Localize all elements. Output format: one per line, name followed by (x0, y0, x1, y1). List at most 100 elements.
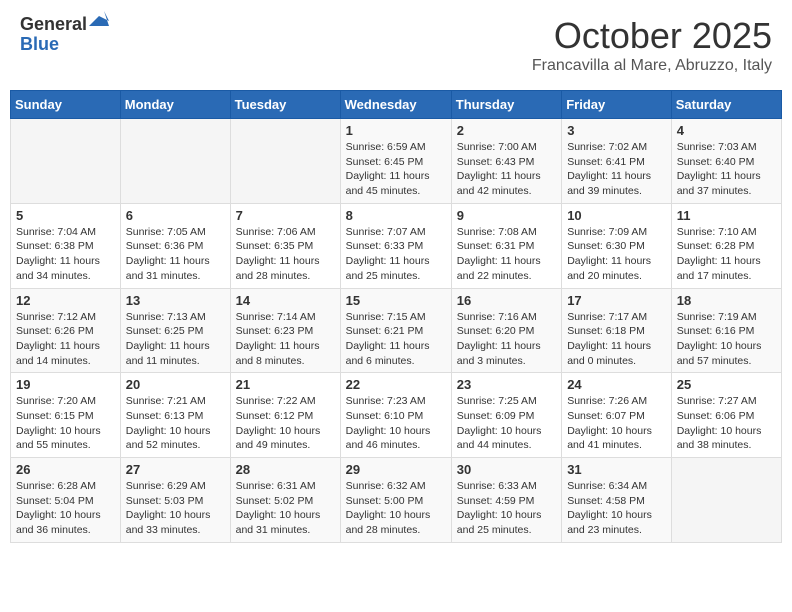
week-row-3: 19 Sunrise: 7:20 AM Sunset: 6:15 PM Dayli… (11, 373, 782, 458)
calendar-cell: 10 Sunrise: 7:09 AM Sunset: 6:30 PM Dayli… (562, 203, 672, 288)
day-number: 16 (457, 293, 556, 308)
day-info: Sunrise: 7:10 AM Sunset: 6:28 PM Dayligh… (677, 225, 776, 284)
week-row-0: 1Sunrise: 6:59 AM Sunset: 6:45 PM Daylig… (11, 119, 782, 204)
day-number: 15 (346, 293, 446, 308)
day-header-thursday: Thursday (451, 91, 561, 119)
calendar-cell: 19 Sunrise: 7:20 AM Sunset: 6:15 PM Dayli… (11, 373, 121, 458)
calendar-cell: 21Sunrise: 7:22 AM Sunset: 6:12 PM Dayli… (230, 373, 340, 458)
day-info: Sunrise: 7:16 AM Sunset: 6:20 PM Dayligh… (457, 310, 556, 369)
calendar-cell: 4Sunrise: 7:03 AM Sunset: 6:40 PM Daylig… (671, 119, 781, 204)
day-number: 10 (567, 208, 666, 223)
day-info: Sunrise: 7:15 AM Sunset: 6:21 PM Dayligh… (346, 310, 446, 369)
calendar-cell: 27 Sunrise: 6:29 AM Sunset: 5:03 PM Dayli… (120, 458, 230, 543)
day-header-friday: Friday (562, 91, 672, 119)
calendar-cell (230, 119, 340, 204)
calendar-cell: 23Sunrise: 7:25 AM Sunset: 6:09 PM Dayli… (451, 373, 561, 458)
day-number: 4 (677, 123, 776, 138)
calendar-cell: 5Sunrise: 7:04 AM Sunset: 6:38 PM Daylig… (11, 203, 121, 288)
calendar-cell: 3Sunrise: 7:02 AM Sunset: 6:41 PM Daylig… (562, 119, 672, 204)
logo-general-text: General (20, 15, 87, 35)
day-number: 18 (677, 293, 776, 308)
day-number: 29 (346, 462, 446, 477)
day-number: 26 (16, 462, 115, 477)
day-number: 3 (567, 123, 666, 138)
day-info: Sunrise: 7:09 AM Sunset: 6:30 PM Dayligh… (567, 225, 666, 284)
day-info: Sunrise: 6:33 AM Sunset: 4:59 PM Dayligh… (457, 479, 556, 538)
day-number: 6 (126, 208, 225, 223)
day-info: Sunrise: 7:13 AM Sunset: 6:25 PM Dayligh… (126, 310, 225, 369)
calendar-cell: 8 Sunrise: 7:07 AM Sunset: 6:33 PM Daylig… (340, 203, 451, 288)
calendar-header-row: SundayMondayTuesdayWednesdayThursdayFrid… (11, 91, 782, 119)
calendar-cell (120, 119, 230, 204)
day-number: 5 (16, 208, 115, 223)
calendar-cell: 22 Sunrise: 7:23 AM Sunset: 6:10 PM Dayli… (340, 373, 451, 458)
day-info: Sunrise: 6:28 AM Sunset: 5:04 PM Dayligh… (16, 479, 115, 538)
calendar-cell: 29 Sunrise: 6:32 AM Sunset: 5:00 PM Dayli… (340, 458, 451, 543)
calendar-cell: 31 Sunrise: 6:34 AM Sunset: 4:58 PM Dayli… (562, 458, 672, 543)
day-header-tuesday: Tuesday (230, 91, 340, 119)
day-info: Sunrise: 7:26 AM Sunset: 6:07 PM Dayligh… (567, 394, 666, 453)
day-header-sunday: Sunday (11, 91, 121, 119)
calendar-cell: 12Sunrise: 7:12 AM Sunset: 6:26 PM Dayli… (11, 288, 121, 373)
day-info: Sunrise: 7:00 AM Sunset: 6:43 PM Dayligh… (457, 140, 556, 199)
day-info: Sunrise: 7:07 AM Sunset: 6:33 PM Dayligh… (346, 225, 446, 284)
day-info: Sunrise: 7:06 AM Sunset: 6:35 PM Dayligh… (236, 225, 335, 284)
day-number: 30 (457, 462, 556, 477)
page-header: General Blue October 2025 Francavilla al… (10, 10, 782, 80)
day-info: Sunrise: 7:14 AM Sunset: 6:23 PM Dayligh… (236, 310, 335, 369)
day-info: Sunrise: 7:27 AM Sunset: 6:06 PM Dayligh… (677, 394, 776, 453)
calendar-cell: 9Sunrise: 7:08 AM Sunset: 6:31 PM Daylig… (451, 203, 561, 288)
calendar-cell: 1Sunrise: 6:59 AM Sunset: 6:45 PM Daylig… (340, 119, 451, 204)
day-number: 22 (346, 377, 446, 392)
day-info: Sunrise: 6:34 AM Sunset: 4:58 PM Dayligh… (567, 479, 666, 538)
day-number: 11 (677, 208, 776, 223)
day-info: Sunrise: 6:32 AM Sunset: 5:00 PM Dayligh… (346, 479, 446, 538)
day-number: 8 (346, 208, 446, 223)
calendar-cell: 18 Sunrise: 7:19 AM Sunset: 6:16 PM Dayli… (671, 288, 781, 373)
day-info: Sunrise: 7:19 AM Sunset: 6:16 PM Dayligh… (677, 310, 776, 369)
day-info: Sunrise: 6:29 AM Sunset: 5:03 PM Dayligh… (126, 479, 225, 538)
day-info: Sunrise: 7:21 AM Sunset: 6:13 PM Dayligh… (126, 394, 225, 453)
calendar-table: SundayMondayTuesdayWednesdayThursdayFrid… (10, 90, 782, 543)
day-number: 27 (126, 462, 225, 477)
day-info: Sunrise: 7:08 AM Sunset: 6:31 PM Dayligh… (457, 225, 556, 284)
day-number: 13 (126, 293, 225, 308)
day-header-monday: Monday (120, 91, 230, 119)
calendar-cell: 25 Sunrise: 7:27 AM Sunset: 6:06 PM Dayli… (671, 373, 781, 458)
day-number: 25 (677, 377, 776, 392)
calendar-cell: 14 Sunrise: 7:14 AM Sunset: 6:23 PM Dayli… (230, 288, 340, 373)
week-row-2: 12Sunrise: 7:12 AM Sunset: 6:26 PM Dayli… (11, 288, 782, 373)
day-number: 2 (457, 123, 556, 138)
day-info: Sunrise: 6:31 AM Sunset: 5:02 PM Dayligh… (236, 479, 335, 538)
week-row-4: 26 Sunrise: 6:28 AM Sunset: 5:04 PM Dayli… (11, 458, 782, 543)
calendar-cell (671, 458, 781, 543)
calendar-cell: 15 Sunrise: 7:15 AM Sunset: 6:21 PM Dayli… (340, 288, 451, 373)
calendar-cell: 24Sunrise: 7:26 AM Sunset: 6:07 PM Dayli… (562, 373, 672, 458)
calendar-cell: 13 Sunrise: 7:13 AM Sunset: 6:25 PM Dayli… (120, 288, 230, 373)
calendar-cell (11, 119, 121, 204)
day-number: 28 (236, 462, 335, 477)
day-info: Sunrise: 7:12 AM Sunset: 6:26 PM Dayligh… (16, 310, 115, 369)
day-number: 23 (457, 377, 556, 392)
day-info: Sunrise: 7:23 AM Sunset: 6:10 PM Dayligh… (346, 394, 446, 453)
calendar-cell: 6Sunrise: 7:05 AM Sunset: 6:36 PM Daylig… (120, 203, 230, 288)
day-number: 17 (567, 293, 666, 308)
calendar-cell: 26 Sunrise: 6:28 AM Sunset: 5:04 PM Dayli… (11, 458, 121, 543)
day-number: 1 (346, 123, 446, 138)
day-number: 31 (567, 462, 666, 477)
day-header-wednesday: Wednesday (340, 91, 451, 119)
calendar-cell: 28 Sunrise: 6:31 AM Sunset: 5:02 PM Dayli… (230, 458, 340, 543)
day-number: 14 (236, 293, 335, 308)
calendar-cell: 7Sunrise: 7:06 AM Sunset: 6:35 PM Daylig… (230, 203, 340, 288)
week-row-1: 5Sunrise: 7:04 AM Sunset: 6:38 PM Daylig… (11, 203, 782, 288)
day-number: 19 (16, 377, 115, 392)
day-info: Sunrise: 7:20 AM Sunset: 6:15 PM Dayligh… (16, 394, 115, 453)
day-info: Sunrise: 7:17 AM Sunset: 6:18 PM Dayligh… (567, 310, 666, 369)
calendar-cell: 11 Sunrise: 7:10 AM Sunset: 6:28 PM Dayli… (671, 203, 781, 288)
day-number: 21 (236, 377, 335, 392)
logo-blue-text: Blue (20, 35, 109, 55)
calendar-cell: 20 Sunrise: 7:21 AM Sunset: 6:13 PM Dayli… (120, 373, 230, 458)
day-number: 20 (126, 377, 225, 392)
calendar-cell: 16 Sunrise: 7:16 AM Sunset: 6:20 PM Dayli… (451, 288, 561, 373)
title-block: October 2025 Francavilla al Mare, Abruzz… (532, 15, 772, 75)
